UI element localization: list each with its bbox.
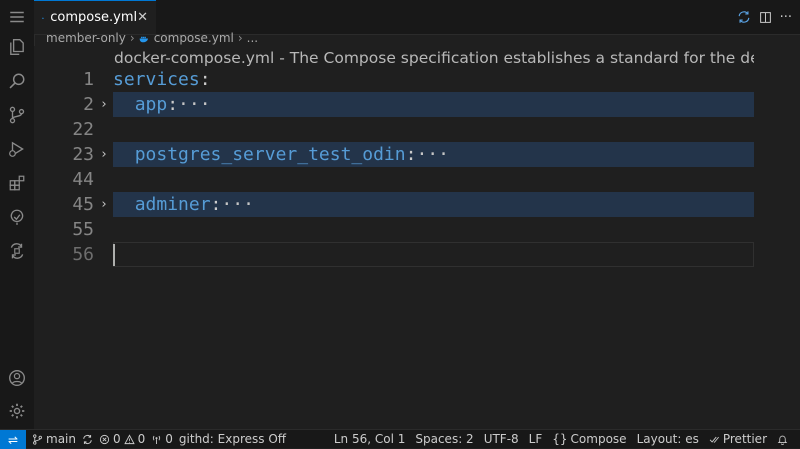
remote-explorer-icon[interactable]	[0, 234, 34, 268]
gear-icon[interactable]	[0, 394, 34, 428]
error-icon	[99, 434, 110, 445]
code-line[interactable]: 45 › adminer:···	[34, 192, 754, 217]
code-text: adminer:···	[113, 192, 254, 217]
braces-icon: {}	[552, 432, 567, 446]
text-cursor	[113, 244, 115, 266]
code-text: postgres_server_test_odin:···	[113, 142, 449, 167]
close-tab-icon[interactable]: ✕	[137, 10, 148, 25]
notifications-icon[interactable]	[777, 434, 788, 445]
error-count: 0	[113, 432, 121, 446]
folded-ellipsis: ···	[178, 94, 211, 115]
language-name: Compose	[571, 432, 627, 446]
folded-ellipsis: ···	[416, 144, 449, 165]
tab-actions: ···	[737, 0, 792, 34]
breadcrumb-separator: ›	[130, 31, 135, 45]
code-line[interactable]: 2 › app:···	[34, 92, 754, 117]
problems-status[interactable]: 0 0	[99, 432, 145, 446]
code-line[interactable]: 44	[34, 167, 754, 192]
branch-name: main	[46, 432, 76, 446]
line-number: 23	[34, 142, 94, 167]
explorer-icon[interactable]	[0, 30, 34, 64]
more-actions-icon[interactable]: ···	[780, 10, 792, 25]
docker-whale-icon	[139, 33, 150, 44]
folded-ellipsis: ···	[221, 194, 254, 215]
end-of-line[interactable]: LF	[529, 432, 543, 446]
menu-icon[interactable]	[0, 0, 34, 34]
fold-chevron-icon[interactable]: ›	[100, 92, 108, 117]
ports-status[interactable]: 0	[151, 432, 173, 446]
remote-indicator-icon[interactable]: ⇌	[0, 430, 26, 449]
line-number: 44	[34, 167, 94, 192]
breadcrumb-folder[interactable]: member-only	[46, 31, 126, 45]
branch-status[interactable]: main	[32, 432, 76, 446]
double-check-icon	[709, 434, 720, 445]
breadcrumb: member-only › compose.yml › ...	[46, 29, 258, 47]
line-number: 2	[34, 92, 94, 117]
fold-chevron-icon[interactable]: ›	[100, 142, 108, 167]
search-icon[interactable]	[0, 64, 34, 98]
prettier-label: Prettier	[723, 432, 767, 446]
sync-icon[interactable]	[737, 10, 751, 24]
code-line[interactable]: 1 services:	[34, 67, 754, 92]
line-number: 56	[34, 242, 94, 267]
githd-status[interactable]: githd: Express Off	[179, 432, 286, 446]
run-debug-icon[interactable]	[0, 132, 34, 166]
code-line[interactable]: 55	[34, 217, 754, 242]
account-icon[interactable]	[0, 361, 34, 395]
status-left: main 0 0 0 githd: Express Off	[32, 430, 286, 448]
code-text: app:···	[113, 92, 211, 117]
line-number: 22	[34, 117, 94, 142]
source-control-icon[interactable]	[0, 98, 34, 132]
keyboard-layout[interactable]: Layout: es	[637, 432, 699, 446]
warning-count: 0	[138, 432, 146, 446]
split-editor-icon[interactable]	[759, 11, 772, 24]
tab-title: compose.yml	[50, 10, 137, 25]
radio-tower-icon	[151, 434, 162, 445]
code-line[interactable]: 23 › postgres_server_test_odin:···	[34, 142, 754, 167]
docker-whale-icon	[42, 12, 44, 24]
breadcrumb-more[interactable]: ...	[247, 31, 258, 45]
cursor-position[interactable]: Ln 56, Col 1	[334, 432, 406, 446]
code-text: services:	[113, 67, 211, 92]
status-bar: ⇌ main 0 0 0 githd: Express Off Ln 56, C…	[0, 429, 800, 448]
code-line[interactable]: 22	[34, 117, 754, 142]
ports-count: 0	[165, 432, 173, 446]
sync-status-icon[interactable]	[82, 434, 93, 445]
language-mode[interactable]: {} Compose	[552, 432, 626, 446]
indentation[interactable]: Spaces: 2	[415, 432, 473, 446]
breadcrumb-file[interactable]: compose.yml	[154, 31, 234, 45]
testing-icon[interactable]	[0, 200, 34, 234]
branch-icon	[32, 434, 43, 445]
extensions-icon[interactable]	[0, 166, 34, 200]
breadcrumb-separator: ›	[238, 31, 243, 45]
line-number: 45	[34, 192, 94, 217]
encoding[interactable]: UTF-8	[484, 432, 519, 446]
code-line[interactable]: 56	[34, 242, 754, 267]
activity-bar	[0, 0, 35, 429]
prettier-status[interactable]: Prettier	[709, 432, 767, 446]
line-number: 1	[34, 67, 94, 92]
line-number: 55	[34, 217, 94, 242]
fold-chevron-icon[interactable]: ›	[100, 192, 108, 217]
editor[interactable]: docker-compose.yml - The Compose specifi…	[34, 46, 800, 429]
status-right: Ln 56, Col 1 Spaces: 2 UTF-8 LF {} Compo…	[334, 430, 788, 448]
warning-icon	[124, 434, 135, 445]
